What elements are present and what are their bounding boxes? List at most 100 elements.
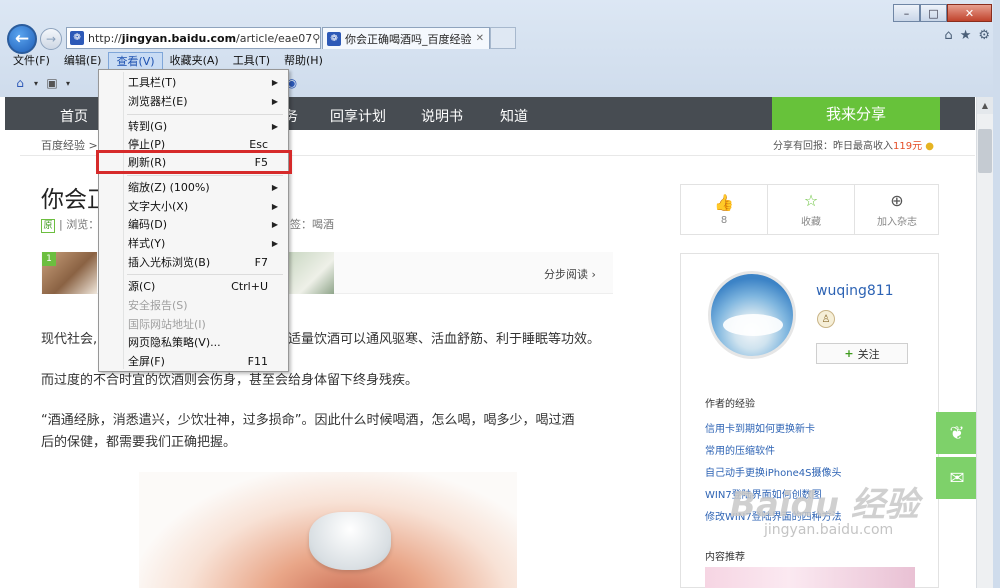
article-tags[interactable]: 签：喝酒: [290, 216, 334, 232]
nav-huixiang[interactable]: 回享计划: [330, 106, 386, 126]
home-icon[interactable]: ⌂: [944, 28, 952, 43]
menu-item-label: 浏览器栏(E): [128, 95, 188, 108]
menu-item-caret-browsing[interactable]: 插入光标浏览(B) F7: [102, 253, 285, 271]
menu-item-label: 源(C): [128, 280, 156, 293]
search-icon[interactable]: ⚲: [312, 32, 320, 45]
add-magazine-label: 加入杂志: [877, 217, 917, 228]
menu-view[interactable]: 查看(V): [108, 52, 163, 70]
menu-item-fullscreen[interactable]: 全屏(F) F11: [102, 352, 285, 370]
rss-feed-icon[interactable]: ▣: [44, 75, 60, 91]
gear-icon[interactable]: ⚙: [978, 28, 990, 43]
menu-shortcut: F7: [254, 255, 268, 269]
address-bar[interactable]: ❁ http://jingyan.baidu.com/article/eae07…: [66, 27, 321, 49]
menu-bar: 文件(F) 编辑(E) 查看(V) 收藏夹(A) 工具(T) 帮助(H): [0, 51, 1000, 71]
breadcrumb[interactable]: 百度经验 >: [41, 137, 98, 153]
menu-item-encoding[interactable]: 编码(D) ▶: [102, 215, 285, 233]
follow-label: 关注: [857, 347, 880, 361]
experience-title: 作者的经验: [705, 399, 755, 410]
plus-icon: +: [844, 347, 854, 360]
menu-item-label: 插入光标浏览(B): [128, 256, 211, 269]
menu-file[interactable]: 文件(F): [6, 52, 57, 70]
vertical-scrollbar[interactable]: ▲: [976, 97, 993, 588]
article-image: [139, 472, 517, 588]
menu-item-privacy-policy[interactable]: 网页隐私策略(V)...: [102, 333, 285, 351]
submenu-arrow-icon: ▶: [271, 201, 278, 211]
tab-close-icon[interactable]: ✕: [476, 33, 484, 44]
favorite-label: 收藏: [801, 217, 821, 228]
browser-tab[interactable]: ❁ 你会正确喝酒吗_百度经验 ✕: [322, 27, 490, 49]
menu-item-source[interactable]: 源(C) Ctrl+U: [102, 277, 285, 295]
submenu-arrow-icon: ▶: [271, 219, 278, 229]
nav-manual[interactable]: 说明书: [421, 106, 463, 126]
menu-item-intl-address: 国际网站地址(I): [102, 315, 285, 333]
experience-link[interactable]: 常用的压缩软件: [705, 442, 775, 457]
share-float-button[interactable]: ❦: [936, 412, 978, 454]
like-action[interactable]: 👍 8: [681, 185, 767, 234]
window-border: [993, 0, 1000, 588]
menu-item-security-report: 安全报告(S): [102, 296, 285, 314]
article-actions: 👍 8 ☆ 收藏 ⊕ 加入杂志: [680, 184, 939, 235]
menu-item-label: 工具栏(T): [128, 76, 177, 89]
avatar[interactable]: [708, 271, 796, 359]
menu-item-explorer-bars[interactable]: 浏览器栏(E) ▶: [102, 92, 285, 110]
favorites-star-icon[interactable]: ★: [960, 28, 972, 43]
menu-item-style[interactable]: 样式(Y) ▶: [102, 234, 285, 252]
add-magazine-action[interactable]: ⊕ 加入杂志: [855, 185, 939, 234]
follow-button[interactable]: + 关注: [816, 343, 908, 364]
maximize-button[interactable]: □: [920, 4, 947, 22]
site-favicon: ❁: [70, 31, 84, 45]
scroll-up-icon[interactable]: ▲: [977, 97, 993, 114]
recommend-title: 内容推荐: [705, 552, 745, 563]
baidu-watermark: Baidu 经验: [730, 485, 919, 525]
menu-item-label: 缩放(Z) (100%): [128, 181, 210, 194]
chevron-down-icon[interactable]: ▾: [66, 79, 70, 88]
paragraph: 后的保健，都需要我们正确把握。: [41, 435, 237, 450]
menu-item-label: 文字大小(X): [128, 200, 189, 213]
scrollbar-thumb[interactable]: [978, 129, 992, 173]
menu-favorites[interactable]: 收藏夹(A): [163, 52, 226, 70]
menu-item-label: 网页隐私策略(V)...: [128, 336, 221, 349]
share-button[interactable]: 我来分享: [772, 97, 940, 130]
menu-shortcut: Esc: [249, 137, 268, 151]
meta-views: | 浏览：: [59, 218, 100, 231]
step-thumbnail[interactable]: [288, 252, 334, 294]
minimize-button[interactable]: –: [893, 4, 920, 22]
menu-item-label: 国际网站地址(I): [128, 318, 206, 331]
menu-edit[interactable]: 编辑(E): [57, 52, 109, 70]
menu-item-label: 编码(D): [128, 218, 168, 231]
menu-help[interactable]: 帮助(H): [277, 52, 330, 70]
chevron-down-icon[interactable]: ▾: [34, 79, 38, 88]
back-button[interactable]: ←: [7, 24, 37, 54]
close-window-button[interactable]: ✕: [947, 4, 992, 22]
star-icon: ☆: [803, 191, 819, 210]
new-tab-button[interactable]: [490, 27, 516, 49]
nav-home[interactable]: 首页: [60, 106, 88, 126]
toolbar-right-icons: ⌂ ★ ⚙: [944, 28, 990, 43]
step-thumbnail[interactable]: 1: [42, 252, 97, 294]
thumbs-up-icon: 👍: [714, 193, 734, 212]
submenu-arrow-icon: ▶: [271, 77, 278, 87]
step-reading-link[interactable]: 分步阅读 ›: [544, 266, 596, 282]
menu-item-label: 样式(Y): [128, 237, 166, 250]
menu-item-toolbars[interactable]: 工具栏(T) ▶: [102, 73, 285, 91]
menu-shortcut: Ctrl+U: [231, 279, 268, 293]
feedback-float-button[interactable]: ✉: [936, 457, 978, 499]
menu-separator: [127, 175, 283, 176]
experience-link[interactable]: 信用卡到期如何更换新卡: [705, 420, 815, 435]
recommend-image[interactable]: [705, 567, 915, 588]
share-reward-tip: 分享有回报：昨日最高收入119元 ●: [773, 137, 934, 152]
forward-button[interactable]: →: [40, 28, 62, 50]
watermark-url: jingyan.baidu.com: [764, 522, 894, 538]
favorite-action[interactable]: ☆ 收藏: [768, 185, 854, 234]
author-badge-icon: ♙: [817, 310, 835, 328]
menu-item-text-size[interactable]: 文字大小(X) ▶: [102, 197, 285, 215]
home-icon[interactable]: ⌂: [12, 75, 28, 91]
article-meta: 原 | 浏览：: [41, 216, 99, 233]
menu-item-zoom[interactable]: 缩放(Z) (100%) ▶: [102, 178, 285, 196]
menu-item-goto[interactable]: 转到(G) ▶: [102, 117, 285, 135]
paragraph: 而过度的不合时宜的饮酒则会伤身，甚至会给身体留下终身残疾。: [41, 373, 419, 388]
menu-tools[interactable]: 工具(T): [226, 52, 277, 70]
nav-zhidao[interactable]: 知道: [500, 106, 528, 126]
submenu-arrow-icon: ▶: [271, 182, 278, 192]
author-name[interactable]: wuqing811: [816, 283, 894, 299]
